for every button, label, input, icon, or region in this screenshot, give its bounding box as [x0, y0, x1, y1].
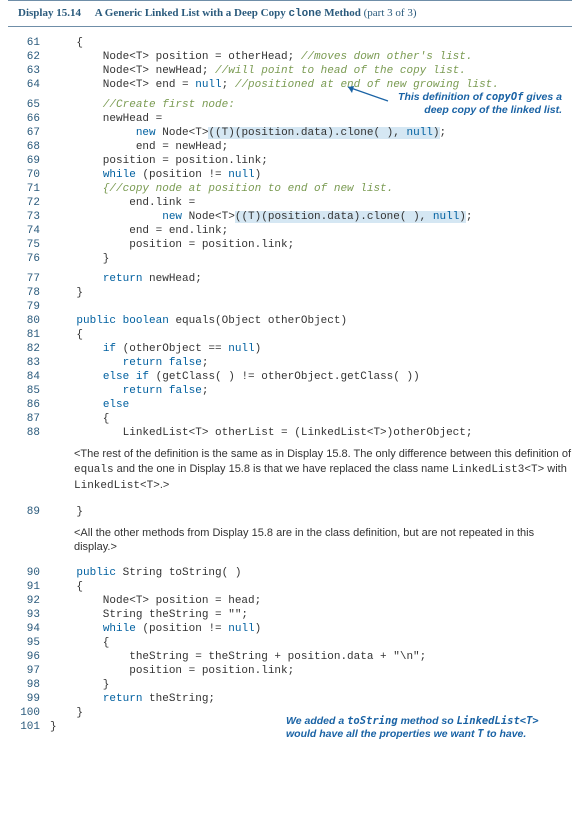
- code-line: while (position != null): [50, 169, 572, 181]
- code-line: public boolean equals(Object otherObject…: [50, 315, 572, 327]
- code-line: end = end.link;: [50, 225, 572, 237]
- code-line: end = newHead;: [50, 141, 572, 153]
- code-line: {: [50, 637, 572, 649]
- code-line: Node<T> newHead; //will point to head of…: [50, 65, 572, 77]
- code-line: position = position.link;: [50, 665, 572, 677]
- code-line: }: [50, 506, 572, 518]
- code-line: return theString;: [50, 693, 572, 705]
- code-line: {: [50, 37, 572, 49]
- note-equals: <The rest of the definition is the same …: [74, 447, 572, 494]
- code-line: {: [50, 413, 572, 425]
- code-line: else: [50, 399, 572, 411]
- code-line: return false;: [50, 357, 572, 369]
- code-line: Node<T> position = otherHead; //moves do…: [50, 51, 572, 63]
- code-line: return newHead;: [50, 273, 572, 285]
- code-line: position = position.link;: [50, 239, 572, 251]
- code-line: position = position.link;: [50, 155, 572, 167]
- annotation-tostring: We added a toString method so LinkedList…: [286, 715, 566, 741]
- code-line: if (otherObject == null): [50, 343, 572, 355]
- code-line: return false;: [50, 385, 572, 397]
- code-line: LinkedList<T> otherList = (LinkedList<T>…: [50, 427, 572, 439]
- code-line: {//copy node at position to end of new l…: [50, 183, 572, 195]
- annotation-copyof: This definition of copyOf gives a deep c…: [372, 91, 562, 117]
- code-line: new Node<T>((T)(position.data).clone( ),…: [50, 211, 572, 223]
- code-line: Node<T> end = null; //positioned at end …: [50, 79, 572, 91]
- display-title: A Generic Linked List with a Deep Copy c…: [95, 7, 364, 19]
- code-line: }: [50, 287, 572, 299]
- code-line: public String toString( ): [50, 567, 572, 579]
- code-line: {: [50, 581, 572, 593]
- code-line: else if (getClass( ) != otherObject.getC…: [50, 371, 572, 383]
- code-listing: This definition of copyOf gives a deep c…: [0, 33, 580, 745]
- code-line: end.link =: [50, 197, 572, 209]
- code-line: while (position != null): [50, 623, 572, 635]
- code-line: String theString = "";: [50, 609, 572, 621]
- code-line: new Node<T>((T)(position.data).clone( ),…: [50, 127, 572, 139]
- code-line: }: [50, 253, 572, 265]
- display-part: (part 3 of 3): [364, 7, 417, 19]
- code-line: {: [50, 329, 572, 341]
- code-line: Node<T> position = head;: [50, 595, 572, 607]
- note-other-methods: <All the other methods from Display 15.8…: [74, 526, 572, 556]
- display-label: Display 15.14: [18, 7, 81, 19]
- display-header: Display 15.14 A Generic Linked List with…: [8, 0, 572, 27]
- code-line: theString = theString + position.data + …: [50, 651, 572, 663]
- code-line: }: [50, 679, 572, 691]
